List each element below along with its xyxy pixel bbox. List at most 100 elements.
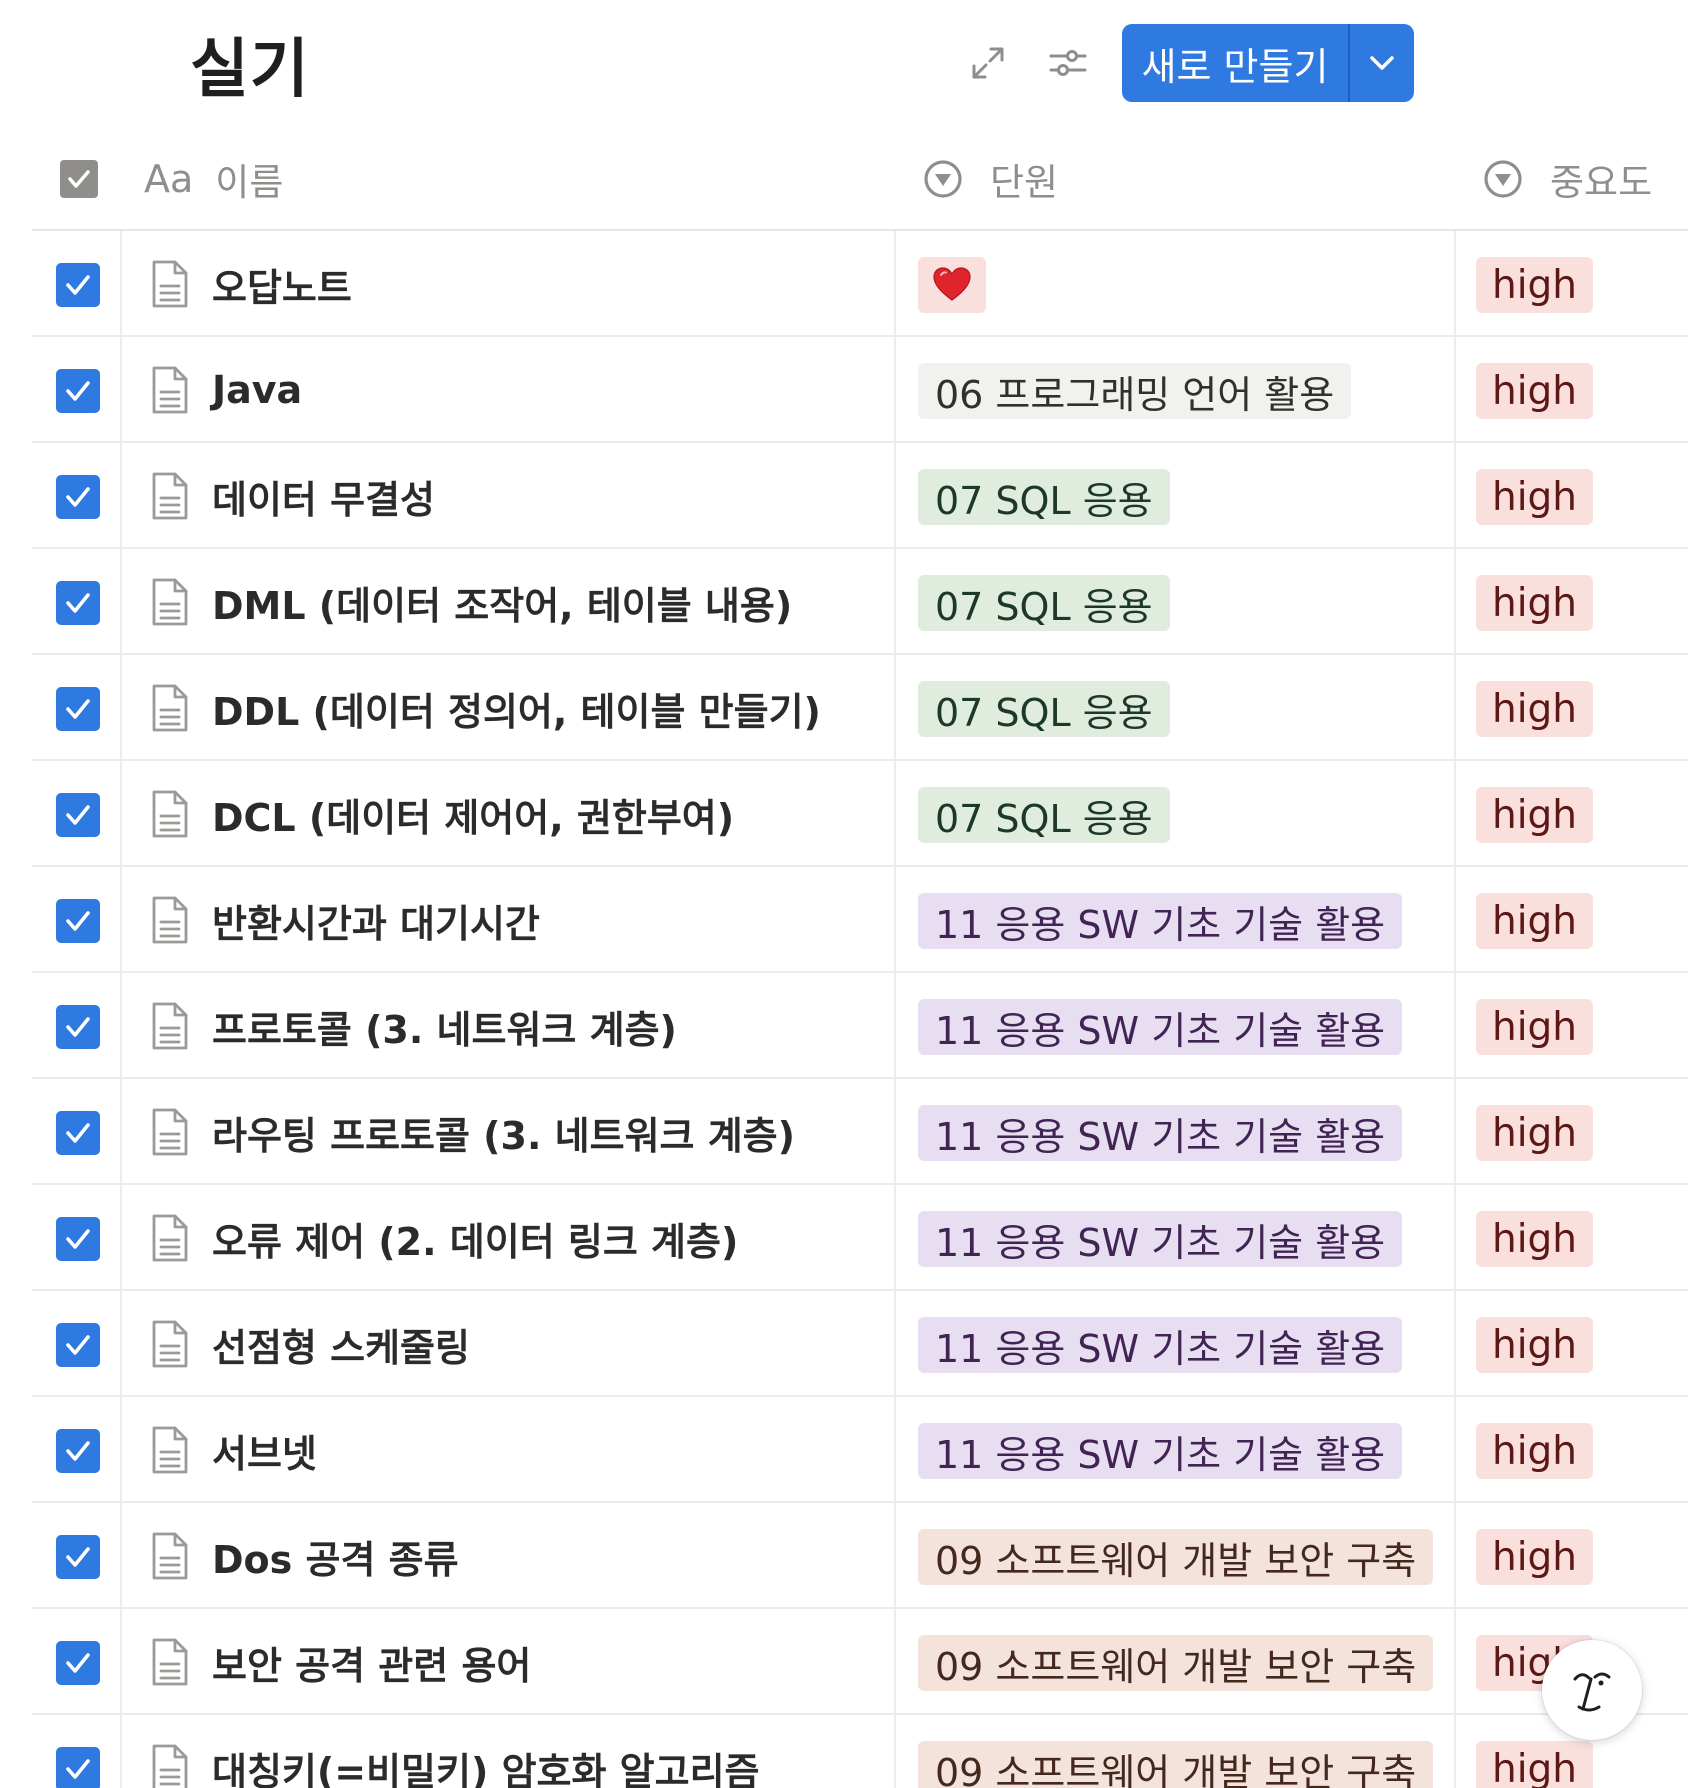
new-button-dropdown[interactable]	[1350, 24, 1414, 102]
expand-icon[interactable]	[960, 35, 1016, 91]
column-header-importance[interactable]: 중요도	[1482, 128, 1652, 230]
unit-tag[interactable]: 11 응용 SW 기초 기술 활용	[918, 1105, 1403, 1161]
row-checkbox[interactable]	[56, 1429, 100, 1473]
importance-tag[interactable]: high	[1476, 1423, 1594, 1479]
row-checkbox[interactable]	[56, 1111, 100, 1155]
importance-tag[interactable]: high	[1476, 363, 1594, 419]
importance-tag[interactable]: high	[1476, 1317, 1594, 1373]
row-checkbox[interactable]	[56, 687, 100, 731]
importance-tag[interactable]: high	[1476, 1529, 1594, 1585]
unit-tag[interactable]: 09 소프트웨어 개발 보안 구축	[918, 1635, 1434, 1691]
unit-tag-label: 06 프로그래밍 언어 활용	[935, 372, 1335, 417]
table-row[interactable]: 오답노트 high	[0, 231, 1688, 337]
table-row[interactable]: Dos 공격 종류 09 소프트웨어 개발 보안 구축 high	[0, 1503, 1688, 1609]
row-checkbox[interactable]	[56, 1217, 100, 1261]
table-row[interactable]: 보안 공격 관련 용어 09 소프트웨어 개발 보안 구축 high	[0, 1609, 1688, 1715]
row-checkbox[interactable]	[56, 899, 100, 943]
importance-tag[interactable]: high	[1476, 575, 1594, 631]
row-title[interactable]: 서브넷	[212, 1397, 317, 1503]
row-checkbox[interactable]	[56, 263, 100, 307]
unit-tag[interactable]: 11 응용 SW 기초 기술 활용	[918, 1317, 1403, 1373]
column-header-unit[interactable]: 단원	[922, 128, 1058, 230]
column-divider	[120, 231, 122, 337]
row-title[interactable]: 반환시간과 대기시간	[212, 867, 540, 973]
table-row[interactable]: 오류 제어 (2. 데이터 링크 계층) 11 응용 SW 기초 기술 활용 hig…	[0, 1185, 1688, 1291]
column-divider	[1454, 1397, 1456, 1503]
unit-tag[interactable]: 09 소프트웨어 개발 보안 구축	[918, 1741, 1434, 1788]
table-row[interactable]: 대칭키(=비밀키) 암호화 알고리즘 09 소프트웨어 개발 보안 구축 high	[0, 1715, 1688, 1788]
column-label-unit: 단원	[990, 161, 1059, 204]
page-icon	[152, 1532, 188, 1580]
row-checkbox[interactable]	[56, 1747, 100, 1788]
table-row[interactable]: 선점형 스케줄링 11 응용 SW 기초 기술 활용 high	[0, 1291, 1688, 1397]
unit-tag[interactable]: 06 프로그래밍 언어 활용	[918, 363, 1352, 419]
notion-ai-button[interactable]	[1542, 1640, 1642, 1740]
unit-tag[interactable]: 07 SQL 응용	[918, 681, 1170, 737]
importance-tag[interactable]: high	[1476, 681, 1594, 737]
row-title[interactable]: DCL (데이터 제어어, 권한부여)	[212, 761, 734, 867]
table-row[interactable]: 라우팅 프로토콜 (3. 네트워크 계층) 11 응용 SW 기초 기술 활용 hi…	[0, 1079, 1688, 1185]
row-title[interactable]: DML (데이터 조작어, 테이블 내용)	[212, 549, 792, 655]
unit-tag-label: 11 응용 SW 기초 기술 활용	[935, 1114, 1386, 1159]
row-title[interactable]: 선점형 스케줄링	[212, 1291, 470, 1397]
column-divider	[1454, 1185, 1456, 1291]
importance-tag[interactable]: high	[1476, 999, 1594, 1055]
page-icon	[152, 896, 188, 944]
row-title[interactable]: Java	[212, 337, 302, 443]
row-checkbox[interactable]	[56, 581, 100, 625]
importance-tag[interactable]: high	[1476, 893, 1594, 949]
row-checkbox[interactable]	[56, 1323, 100, 1367]
unit-tag[interactable]: 11 응용 SW 기초 기술 활용	[918, 1211, 1403, 1267]
table-row[interactable]: 반환시간과 대기시간 11 응용 SW 기초 기술 활용 high	[0, 867, 1688, 973]
unit-tag[interactable]: 09 소프트웨어 개발 보안 구축	[918, 1529, 1434, 1585]
unit-tag[interactable]: 07 SQL 응용	[918, 469, 1170, 525]
table-row[interactable]: 프로토콜 (3. 네트워크 계층) 11 응용 SW 기초 기술 활용 high	[0, 973, 1688, 1079]
row-title[interactable]: 보안 공격 관련 용어	[212, 1609, 531, 1715]
column-header-name[interactable]: Aa 이름	[144, 128, 283, 230]
row-checkbox[interactable]	[56, 369, 100, 413]
table-row[interactable]: DCL (데이터 제어어, 권한부여) 07 SQL 응용 high	[0, 761, 1688, 867]
row-title[interactable]: DDL (데이터 정의어, 테이블 만들기)	[212, 655, 821, 761]
table-row[interactable]: 서브넷 11 응용 SW 기초 기술 활용 high	[0, 1397, 1688, 1503]
importance-tag[interactable]: high	[1476, 257, 1594, 313]
importance-tag[interactable]: high	[1476, 1105, 1594, 1161]
row-title[interactable]: 오답노트	[212, 231, 352, 337]
row-checkbox[interactable]	[56, 475, 100, 519]
row-title[interactable]: 라우팅 프로토콜 (3. 네트워크 계층)	[212, 1079, 795, 1185]
column-divider	[120, 1079, 122, 1185]
unit-tag[interactable]: 11 응용 SW 기초 기술 활용	[918, 893, 1403, 949]
page-icon	[152, 1320, 188, 1368]
row-checkbox[interactable]	[56, 1535, 100, 1579]
checkmark-icon	[66, 1759, 90, 1779]
column-divider	[120, 655, 122, 761]
table-row[interactable]: 데이터 무결성 07 SQL 응용 high	[0, 443, 1688, 549]
column-divider	[1454, 867, 1456, 973]
select-all-checkbox[interactable]	[60, 160, 98, 198]
row-title[interactable]: 데이터 무결성	[212, 443, 435, 549]
column-divider	[894, 231, 896, 337]
new-button[interactable]: 새로 만들기	[1122, 24, 1350, 102]
unit-tag[interactable]: 11 응용 SW 기초 기술 활용	[918, 1423, 1403, 1479]
row-title[interactable]: 프로토콜 (3. 네트워크 계층)	[212, 973, 677, 1079]
importance-tag[interactable]: high	[1476, 1211, 1594, 1267]
column-divider	[120, 1715, 122, 1788]
row-title[interactable]: Dos 공격 종류	[212, 1503, 459, 1609]
row-checkbox[interactable]	[56, 1005, 100, 1049]
table-row[interactable]: Java 06 프로그래밍 언어 활용 high	[0, 337, 1688, 443]
importance-tag[interactable]: high	[1476, 1741, 1594, 1788]
column-divider	[894, 1715, 896, 1788]
row-checkbox[interactable]	[56, 793, 100, 837]
importance-tag[interactable]: high	[1476, 787, 1594, 843]
unit-tag[interactable]: 11 응용 SW 기초 기술 활용	[918, 999, 1403, 1055]
importance-tag[interactable]: high	[1476, 469, 1594, 525]
unit-tag[interactable]	[918, 257, 986, 313]
column-label-name: 이름	[215, 161, 284, 204]
unit-tag[interactable]: 07 SQL 응용	[918, 575, 1170, 631]
sliders-icon[interactable]	[1040, 35, 1096, 91]
row-title[interactable]: 대칭키(=비밀키) 암호화 알고리즘	[212, 1715, 760, 1788]
row-checkbox[interactable]	[56, 1641, 100, 1685]
row-title[interactable]: 오류 제어 (2. 데이터 링크 계층)	[212, 1185, 738, 1291]
table-row[interactable]: DDL (데이터 정의어, 테이블 만들기) 07 SQL 응용 high	[0, 655, 1688, 761]
table-row[interactable]: DML (데이터 조작어, 테이블 내용) 07 SQL 응용 high	[0, 549, 1688, 655]
unit-tag[interactable]: 07 SQL 응용	[918, 787, 1170, 843]
